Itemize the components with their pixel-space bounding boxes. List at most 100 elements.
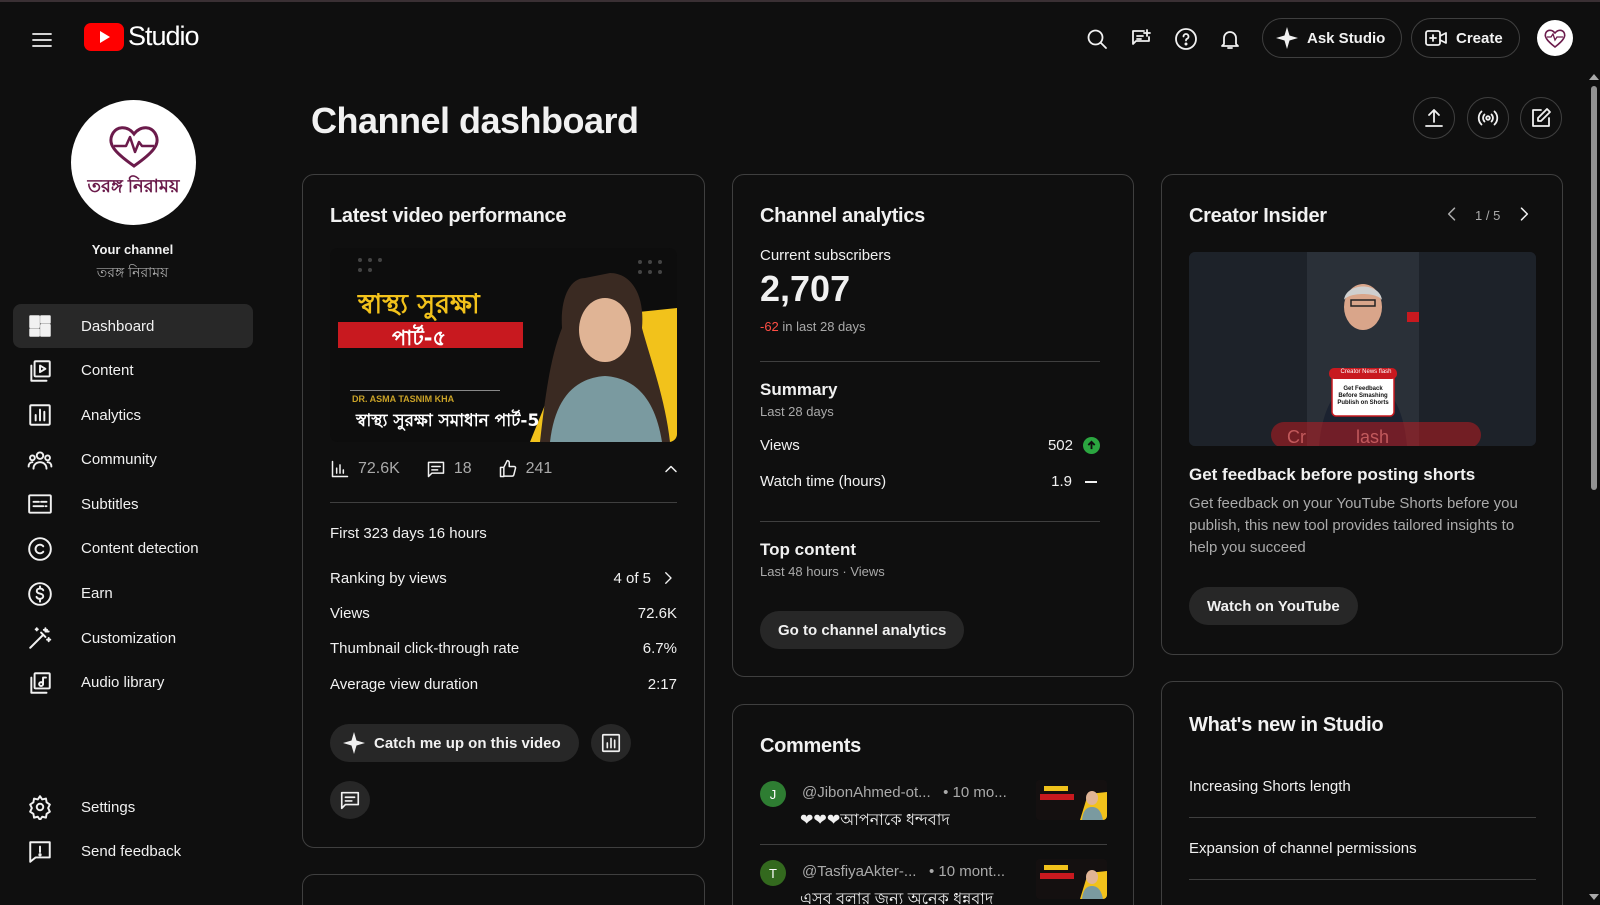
sidebar-item-label: Content [81,362,134,380]
card-title: Comments [760,735,861,757]
row-value: 1.9 [1051,473,1072,490]
comment-author: @JibonAhmed-ot... [802,784,931,801]
feedback-icon [29,840,51,863]
sidebar-item-subtitles[interactable]: Subtitles [13,482,253,526]
scroll-up-arrow[interactable] [1589,74,1599,80]
upload-button[interactable] [1413,97,1455,139]
trend-flat-icon [1085,480,1097,483]
video-thumbnail[interactable]: স্বাস্থ্য সুরক্ষা পার্ট-৫ DR. ASMA TASNI… [330,248,677,442]
avd-row: Average view duration 2:17 [330,676,677,693]
divider [760,521,1100,522]
summary-watch-time-row: Watch time (hours) 1.9 [760,473,1100,490]
sidebar-item-label: Audio library [81,674,165,692]
likes-stat: 241 [498,459,552,479]
sidebar-item-settings[interactable]: Settings [13,785,253,829]
catch-me-up-button[interactable]: Catch me up on this video [330,724,579,762]
sidebar-item-earn[interactable]: Earn [13,572,253,616]
video-analytics-button[interactable] [591,724,631,762]
sidebar-item-label: Dashboard [81,317,155,335]
account-avatar[interactable] [1537,20,1573,56]
sidebar-item-community[interactable]: Community [13,438,253,482]
mini-thumbnail-icon [1036,780,1107,820]
ranking-row[interactable]: Ranking by views 4 of 5 [330,569,677,587]
sidebar-item-send-feedback[interactable]: Send feedback [13,830,253,874]
sidebar-item-content[interactable]: Content [13,349,253,393]
chevron-left-icon [1447,207,1456,221]
row-value: 2:17 [647,676,677,693]
card-title: Channel analytics [760,205,925,227]
edit-icon [1532,108,1551,127]
feedback-chat-button[interactable] [1124,22,1158,56]
comment-time: • 10 mont... [928,863,1006,880]
insider-video-image[interactable]: Creator News flash Get Feedback Before S… [1189,252,1536,446]
divider [330,502,677,503]
go-to-analytics-button[interactable]: Go to channel analytics [760,611,965,649]
insider-item-title: Get feedback before posting shorts [1189,465,1476,484]
divider [1189,879,1536,880]
gear-icon [29,795,51,820]
logo-text: Studio [128,21,200,51]
go-live-button[interactable] [1467,97,1509,139]
prev-button[interactable] [1442,204,1462,224]
thumb-doctor: DR. ASMA TASNIM KHA [352,394,455,404]
sidebar-item-customization[interactable]: Customization [13,616,253,660]
help-button[interactable] [1169,22,1203,56]
menu-button[interactable] [26,24,58,56]
delta-value: -62 [760,319,779,334]
your-channel-label: Your channel [91,242,174,257]
video-comments-button[interactable] [330,781,370,819]
sidebar-item-audio-library[interactable]: Audio library [13,661,253,705]
divider [1189,817,1536,818]
ask-studio-label: Ask Studio [1307,29,1386,47]
views-stat: 72.6K [330,459,400,479]
chevron-right-icon [665,572,672,584]
studio-logo[interactable]: Studio [84,21,200,52]
divider [760,361,1100,362]
channel-logo-small-icon [1544,29,1566,49]
whats-new-item[interactable]: Expansion of channel permissions [1189,840,1536,857]
comments-card: Comments J @JibonAhmed-ot... • 10 mo... … [732,704,1134,905]
delta-suffix: in last 28 days [778,319,866,334]
sparkle-icon [343,732,365,754]
dashboard-icon [29,315,51,337]
comment-item[interactable]: J @JibonAhmed-ot... • 10 mo... ❤❤❤আপনাকে… [760,780,1107,836]
comment-meta: @TasfiyaAkter-... • 10 mont... [802,863,1005,880]
views-count: 72.6K [358,460,400,477]
comment-meta: @JibonAhmed-ot... • 10 mo... [802,784,1007,801]
sidebar-item-dashboard[interactable]: Dashboard [13,304,253,348]
search-icon [1087,29,1107,49]
comment-item[interactable]: T @TasfiyaAkter-... • 10 mont... এসব বলা… [760,859,1107,905]
create-post-button[interactable] [1520,97,1562,139]
row-label: Ranking by views [330,569,447,587]
ask-studio-button[interactable]: Ask Studio [1262,18,1403,58]
collapse-button[interactable] [661,459,681,479]
audio-library-icon [30,672,51,694]
comment-icon [340,791,360,810]
next-card-partial [302,874,705,905]
whats-new-item[interactable]: Increasing Shorts length [1189,778,1536,795]
scroll-down-arrow[interactable] [1589,894,1599,900]
card-title: Creator Insider [1189,205,1327,227]
pager-text: 1 / 5 [1475,208,1501,223]
page-scrollbar-thumb[interactable] [1591,86,1597,490]
sidebar-item-analytics[interactable]: Analytics [13,393,253,437]
row-value: 502 [1047,437,1073,454]
row-label: Watch time (hours) [760,473,887,490]
chevron-right-icon [1520,207,1529,221]
search-button[interactable] [1080,22,1114,56]
watch-on-youtube-button[interactable]: Watch on YouTube [1189,587,1358,625]
chat-plus-icon [1132,29,1151,45]
sidebar-item-content-detection[interactable]: Content detection [13,527,253,571]
trend-up-icon [1083,437,1100,454]
insider-card-text: Get Feedback Before Smashing Publish on … [1337,386,1389,406]
upload-icon [1425,109,1443,127]
top-bar: Studio Ask Studio Create [0,2,1600,72]
comment-video-thumbnail [1036,859,1107,899]
notifications-button[interactable] [1213,22,1247,56]
channel-avatar[interactable]: তরঙ্গ নিরাময় [71,100,196,225]
next-button[interactable] [1514,204,1534,224]
sidebar-item-label: Earn [81,585,113,603]
whats-new-card: What's new in Studio Increasing Shorts l… [1161,681,1563,905]
thumb-caption: স্বাস্থ্য সুরক্ষা সমাধান পার্ট-5 [356,411,540,431]
create-button[interactable]: Create [1411,18,1520,58]
